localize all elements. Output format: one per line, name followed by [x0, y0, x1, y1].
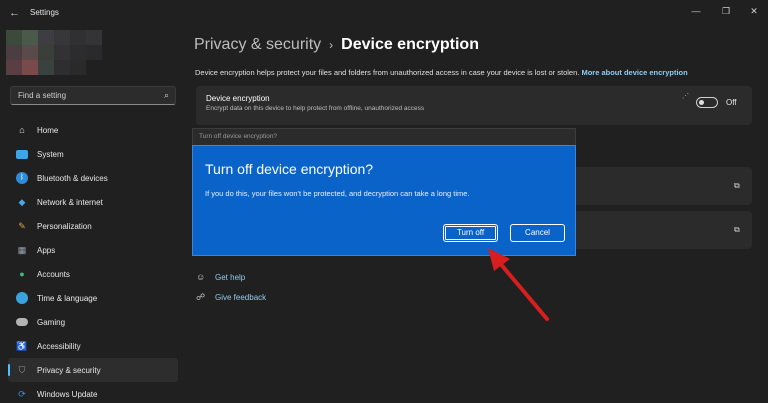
home-icon: ⌂	[19, 125, 25, 135]
card-subtitle: Encrypt data on this device to help prot…	[206, 105, 425, 112]
user-profile-blurred[interactable]	[6, 30, 106, 75]
sidebar-item-label: Gaming	[37, 317, 66, 327]
device-encryption-card: Device encryption Encrypt data on this d…	[196, 86, 752, 125]
search-icon[interactable]: ⌕	[164, 90, 169, 101]
sidebar-item-windows-update[interactable]: ⟳ Windows Update	[8, 382, 178, 403]
monitor-icon	[16, 149, 28, 159]
bluetooth-icon: ᛒ	[16, 172, 28, 184]
chevron-right-icon: ›	[329, 38, 334, 52]
sidebar-item-label: Accessibility	[37, 341, 81, 351]
sidebar-item-apps[interactable]: ▦ Apps	[8, 238, 178, 262]
card-title: Device encryption	[206, 94, 270, 103]
sidebar-item-label: Accounts	[37, 269, 70, 279]
sidebar-item-network[interactable]: ◆ Network & internet	[8, 190, 178, 214]
sidebar-item-label: Bluetooth & devices	[37, 173, 108, 183]
loading-spinner-icon: ⋰	[682, 93, 689, 100]
cancel-button[interactable]: Cancel	[510, 224, 565, 242]
back-arrow-icon[interactable]: ←	[9, 6, 23, 20]
maximize-icon[interactable]: ❐	[716, 4, 736, 18]
sidebar-item-bluetooth[interactable]: ᛒ Bluetooth & devices	[8, 166, 178, 190]
dialog-heading: Turn off device encryption?	[205, 161, 374, 177]
more-info-link[interactable]: More about device encryption	[581, 68, 687, 77]
open-external-icon: ⧉	[734, 181, 740, 190]
arrow-shaft	[497, 260, 549, 321]
give-feedback-link[interactable]: ☍ Give feedback	[196, 292, 266, 303]
sidebar-item-label: Time & language	[37, 293, 98, 303]
description-text: Device encryption helps protect your fil…	[195, 68, 580, 77]
sidebar-item-home[interactable]: ⌂ Home	[8, 118, 178, 142]
page-title: Device encryption	[341, 36, 479, 53]
help-chat-icon: ☺	[196, 272, 206, 282]
search-placeholder: Find a setting	[18, 91, 67, 100]
minimize-icon[interactable]: —	[686, 4, 706, 18]
feedback-icon: ☍	[196, 292, 206, 302]
sidebar-item-label: Windows Update	[37, 389, 98, 399]
page-description: Device encryption helps protect your fil…	[195, 68, 688, 77]
breadcrumb: Privacy & security › Device encryption	[194, 36, 479, 54]
accessibility-icon: ♿	[16, 341, 28, 351]
dialog-titlebar: Turn off device encryption?	[192, 128, 576, 145]
sidebar-item-label: Personalization	[37, 221, 92, 231]
wifi-icon: ◆	[18, 197, 26, 207]
sidebar-nav: ⌂ Home System ᛒ Bluetooth & devices ◆ Ne…	[8, 118, 178, 403]
give-feedback-label: Give feedback	[215, 293, 267, 302]
sidebar-item-label: Home	[37, 125, 59, 135]
toggle-state-label: Off	[726, 98, 737, 107]
sidebar-item-privacy-security[interactable]: ⛉ Privacy & security	[8, 358, 178, 382]
sidebar-item-label: System	[37, 149, 64, 159]
globe-clock-icon	[16, 292, 28, 304]
get-help-link[interactable]: ☺ Get help	[196, 272, 245, 282]
turn-off-button[interactable]: Turn off	[443, 224, 498, 242]
search-input[interactable]: Find a setting ⌕	[10, 86, 176, 105]
sidebar-item-personalization[interactable]: ✎ Personalization	[8, 214, 178, 238]
sidebar-item-gaming[interactable]: Gaming	[8, 310, 178, 334]
close-icon[interactable]: ✕	[744, 4, 764, 18]
update-icon: ⟳	[18, 389, 26, 399]
active-indicator	[8, 364, 10, 376]
brush-icon: ✎	[18, 221, 26, 231]
sidebar-item-accessibility[interactable]: ♿ Accessibility	[8, 334, 178, 358]
apps-icon: ▦	[17, 245, 27, 255]
title-bar: ← Settings — ❐ ✕	[0, 0, 768, 28]
app-title: Settings	[30, 8, 59, 17]
turn-off-encryption-dialog: Turn off device encryption? If you do th…	[192, 145, 576, 256]
breadcrumb-parent[interactable]: Privacy & security	[194, 36, 321, 53]
sidebar-item-time-language[interactable]: Time & language	[8, 286, 178, 310]
sidebar-item-system[interactable]: System	[8, 142, 178, 166]
dialog-body: If you do this, your files won't be prot…	[205, 189, 470, 198]
device-encryption-toggle[interactable]	[696, 97, 718, 108]
shield-icon: ⛉	[18, 365, 26, 375]
sidebar-item-label: Network & internet	[37, 197, 103, 207]
sidebar-item-label: Privacy & security	[37, 365, 101, 375]
get-help-label: Get help	[215, 272, 246, 282]
gamepad-icon	[16, 318, 28, 326]
open-external-icon: ⧉	[734, 225, 740, 234]
person-icon: ●	[19, 269, 25, 279]
toggle-knob	[699, 100, 704, 105]
sidebar-item-accounts[interactable]: ● Accounts	[8, 262, 178, 286]
sidebar-item-label: Apps	[37, 245, 56, 255]
